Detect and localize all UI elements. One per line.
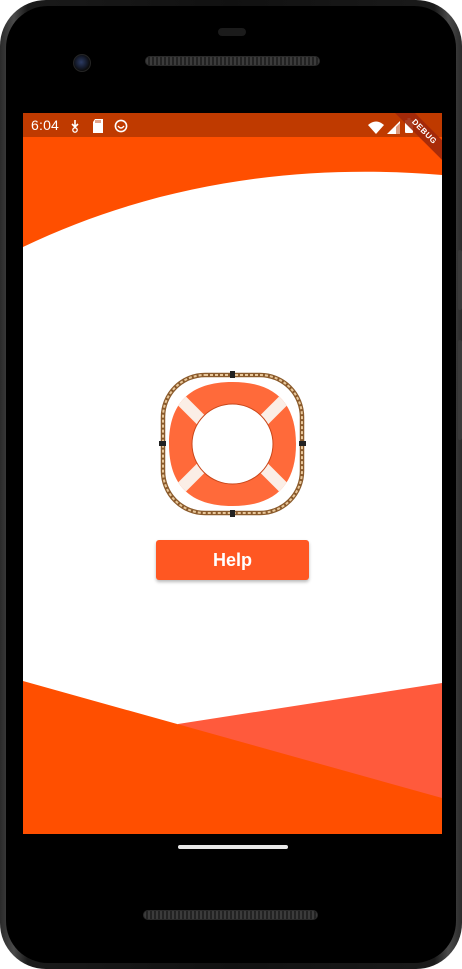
status-bar: 6:04	[23, 113, 442, 137]
sd-card-icon	[92, 117, 104, 141]
front-camera	[73, 54, 91, 72]
volume-button	[458, 340, 462, 440]
cellular-signal-icon	[387, 118, 400, 142]
help-button[interactable]: Help	[156, 540, 309, 580]
home-indicator[interactable]	[178, 845, 288, 849]
download-icon	[69, 117, 81, 141]
bottom-speaker-grille	[143, 910, 318, 920]
app-screen: 6:04 DEBUG Help	[23, 113, 442, 834]
wifi-icon	[368, 118, 384, 142]
phone-frame: 6:04 DEBUG Help	[0, 0, 462, 969]
earpiece	[218, 28, 246, 36]
sync-icon	[114, 117, 128, 141]
status-time: 6:04	[31, 117, 60, 133]
top-speaker-grille	[145, 56, 320, 66]
power-button	[458, 250, 462, 310]
lifebuoy-icon	[159, 371, 306, 517]
